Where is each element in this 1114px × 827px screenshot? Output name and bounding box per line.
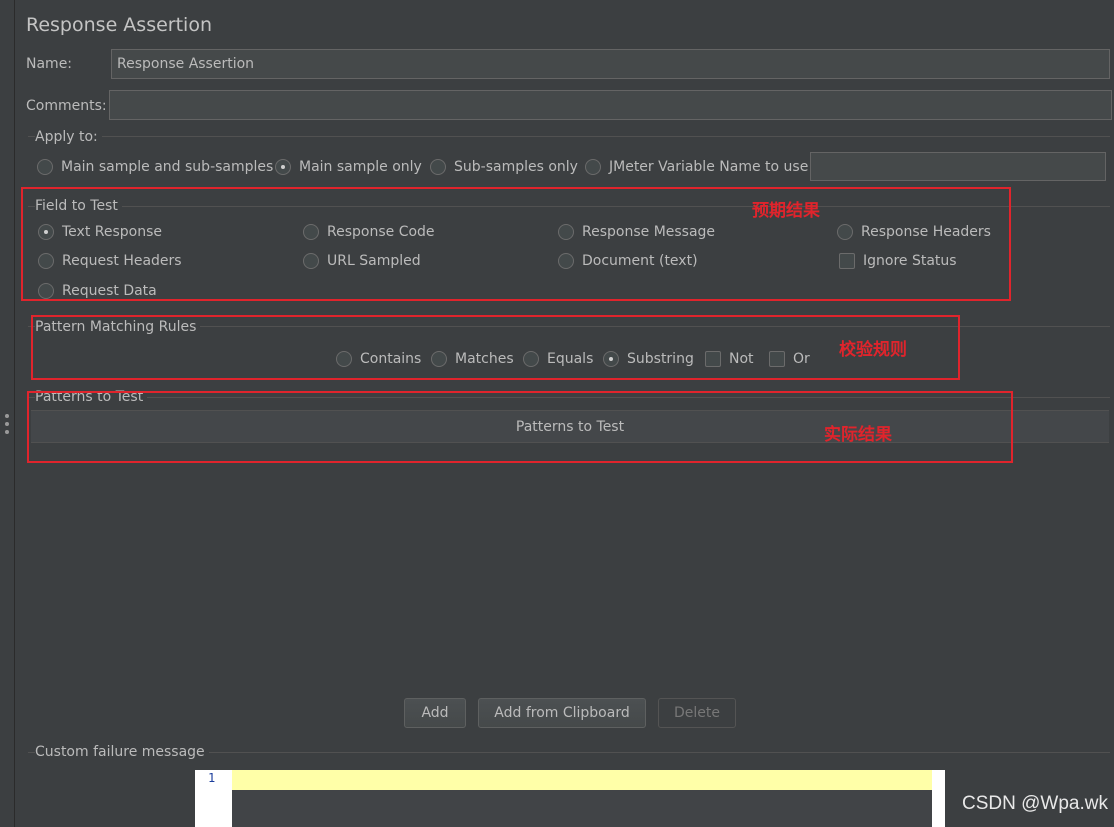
radio-label: Text Response (62, 224, 163, 240)
apply-sub-only-radio[interactable]: Sub-samples only (430, 159, 578, 175)
radio-label: Response Message (582, 224, 716, 240)
radio-label: Main sample and sub-samples (61, 159, 274, 175)
apply-to-divider (28, 136, 1110, 137)
field-response-message-radio[interactable]: Response Message (558, 224, 715, 240)
checkbox-icon (705, 351, 721, 367)
field-request-headers-radio[interactable]: Request Headers (38, 253, 182, 269)
checkbox-label: Not (729, 351, 754, 367)
add-from-clipboard-button[interactable]: Add from Clipboard (478, 698, 646, 728)
add-button[interactable]: Add (404, 698, 466, 728)
ignore-status-checkbox[interactable]: Ignore Status (839, 253, 957, 269)
radio-label: URL Sampled (327, 253, 421, 269)
radio-label: Request Headers (62, 253, 182, 269)
radio-label: Response Code (327, 224, 435, 240)
radio-label: Sub-samples only (454, 159, 578, 175)
radio-selected-icon (38, 224, 54, 240)
pattern-matching-annotation: 校验规则 (839, 340, 907, 360)
radio-icon (336, 351, 352, 367)
radio-icon (38, 253, 54, 269)
comments-input[interactable] (109, 90, 1112, 120)
field-request-data-radio[interactable]: Request Data (38, 283, 157, 299)
watermark: CSDN @Wpa.wk (962, 793, 1108, 814)
checkbox-icon (769, 351, 785, 367)
apply-jmeter-variable-radio[interactable]: JMeter Variable Name to use (585, 159, 808, 175)
radio-icon (303, 253, 319, 269)
editor-area[interactable] (232, 790, 932, 827)
jmeter-variable-input[interactable] (810, 152, 1106, 181)
radio-icon (303, 224, 319, 240)
radio-label: Main sample only (299, 159, 422, 175)
field-response-code-radio[interactable]: Response Code (303, 224, 435, 240)
rule-matches-radio[interactable]: Matches (431, 351, 514, 367)
field-text-response-radio[interactable]: Text Response (38, 224, 162, 240)
radio-icon (558, 253, 574, 269)
splitter-handle-icon[interactable] (5, 414, 9, 434)
radio-label: Substring (627, 351, 694, 367)
apply-main-and-sub-radio[interactable]: Main sample and sub-samples (37, 159, 273, 175)
field-to-test-annotation: 预期结果 (752, 201, 820, 221)
apply-to-legend: Apply to: (35, 129, 102, 145)
line-number-gutter: 1 (195, 770, 231, 827)
comments-label: Comments: (26, 98, 107, 114)
radio-icon (585, 159, 601, 175)
rule-substring-radio[interactable]: Substring (603, 351, 694, 367)
radio-selected-icon (603, 351, 619, 367)
radio-icon (430, 159, 446, 175)
apply-main-only-radio[interactable]: Main sample only (275, 159, 422, 175)
radio-label: Response Headers (861, 224, 991, 240)
radio-icon (837, 224, 853, 240)
name-input[interactable] (111, 49, 1110, 79)
field-to-test-highlight-box (21, 187, 1011, 301)
custom-failure-editor[interactable]: 1 (195, 770, 945, 827)
field-document-text-radio[interactable]: Document (text) (558, 253, 698, 269)
radio-icon (38, 283, 54, 299)
field-url-sampled-radio[interactable]: URL Sampled (303, 253, 421, 269)
pattern-matching-highlight-box (31, 315, 960, 380)
checkbox-label: Or (793, 351, 810, 367)
rule-not-checkbox[interactable]: Not (705, 351, 754, 367)
line-number: 1 (208, 771, 216, 785)
delete-button[interactable]: Delete (658, 698, 736, 728)
patterns-table-body[interactable] (31, 442, 1109, 687)
custom-failure-legend: Custom failure message (35, 744, 209, 760)
checkbox-icon (839, 253, 855, 269)
radio-label: Document (text) (582, 253, 698, 269)
radio-icon (37, 159, 53, 175)
rule-contains-radio[interactable]: Contains (336, 351, 421, 367)
radio-label: Contains (360, 351, 422, 367)
rule-equals-radio[interactable]: Equals (523, 351, 593, 367)
radio-icon (558, 224, 574, 240)
radio-label: Request Data (62, 283, 157, 299)
radio-icon (431, 351, 447, 367)
radio-label: Equals (547, 351, 594, 367)
radio-selected-icon (275, 159, 291, 175)
current-line-highlight[interactable] (232, 770, 932, 790)
field-response-headers-radio[interactable]: Response Headers (837, 224, 991, 240)
checkbox-label: Ignore Status (863, 253, 957, 269)
radio-label: Matches (455, 351, 514, 367)
radio-label: JMeter Variable Name to use (609, 159, 809, 175)
radio-icon (523, 351, 539, 367)
name-label: Name: (26, 56, 73, 72)
rule-or-checkbox[interactable]: Or (769, 351, 810, 367)
panel-title: Response Assertion (26, 14, 212, 36)
